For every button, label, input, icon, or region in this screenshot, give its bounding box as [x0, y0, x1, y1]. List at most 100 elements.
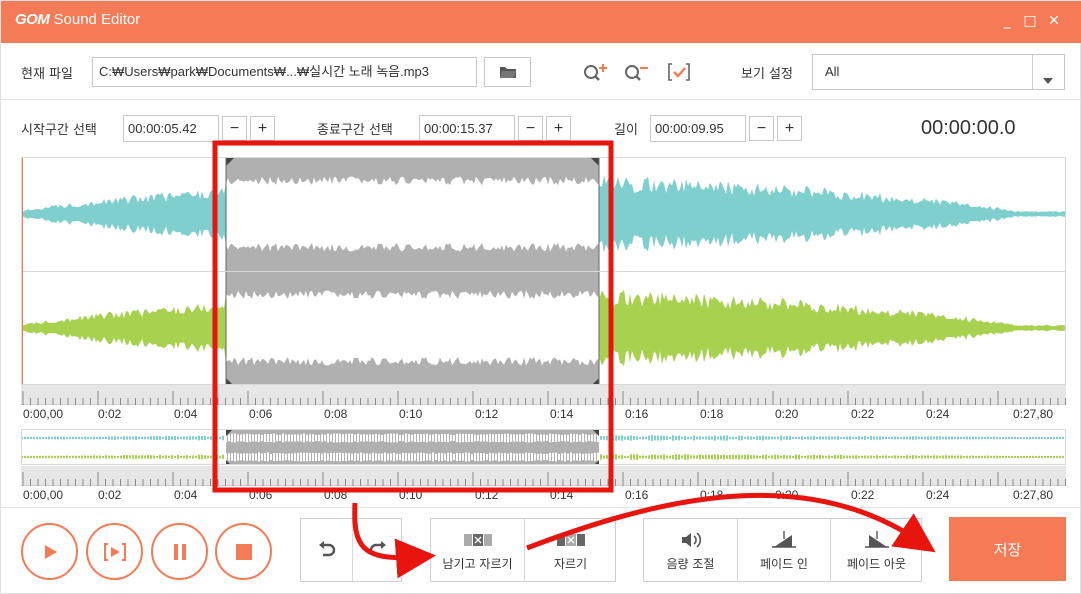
view-settings-label: 보기 설정: [741, 67, 793, 82]
timeline-tick-label: 0:14: [550, 407, 574, 421]
view-settings-select[interactable]: All: [812, 54, 1065, 90]
folder-icon: [499, 67, 516, 78]
play-button[interactable]: [21, 523, 78, 580]
timeline-tick-label: 0:06: [249, 407, 273, 421]
zoom-in-button[interactable]: [582, 59, 608, 85]
timeline-tick-label: 0:12: [475, 407, 499, 421]
start-time-field[interactable]: 00:00:05.42: [123, 115, 219, 142]
save-button[interactable]: 저장: [949, 517, 1066, 581]
keep-and-trim-label: 남기고 자르기: [442, 556, 513, 571]
trim-icon: [556, 529, 585, 551]
minimize-button[interactable]: _: [998, 13, 1016, 29]
timeline-tick-label: 0:20: [775, 488, 799, 502]
volume-adjust-button[interactable]: 음량 조절: [644, 519, 737, 581]
app-title: GOM Sound Editor: [15, 11, 141, 28]
timeline-tick-label: 0:22: [851, 488, 875, 502]
play-selection-button[interactable]: [86, 523, 143, 580]
volume-icon: [681, 531, 701, 548]
zoom-in-icon: [584, 64, 607, 81]
timeline-tick-label: 0:04: [174, 488, 198, 502]
timeline-tick-label: 0:10: [399, 488, 423, 502]
redo-icon: [369, 541, 386, 557]
timeline-tick-label: 0:06: [249, 488, 273, 502]
fade-in-button[interactable]: 페이드 인: [738, 519, 830, 581]
timeline-tick-label: 0:18: [700, 488, 724, 502]
waveform-view[interactable]: [21, 157, 1066, 385]
view-settings-value: All: [825, 64, 840, 79]
effects-group: 음량 조절 페이드 인 페이드 아웃: [643, 518, 922, 582]
current-file-label: 현재 파일: [21, 67, 73, 82]
length-minus-button[interactable]: −: [749, 116, 774, 141]
fade-in-icon: [772, 530, 796, 548]
fade-in-label: 페이드 인: [760, 556, 808, 571]
timeline-tick-label: 0:08: [324, 488, 348, 502]
timeline-tick-label: 0:16: [625, 488, 649, 502]
edit-group: 남기고 자르기 자르기: [430, 518, 616, 582]
start-plus-button[interactable]: +: [250, 116, 275, 141]
trim-button[interactable]: 자르기: [525, 519, 616, 581]
timeline-tick-label: 0:02: [98, 407, 122, 421]
undo-button[interactable]: [301, 519, 352, 581]
title-bar: GOM Sound Editor _ □ ✕: [1, 1, 1081, 43]
volume-adjust-label: 음량 조절: [666, 556, 715, 571]
timeline-tick-label: 0:12: [475, 488, 499, 502]
timeline-tick-label: 0:27,80: [1013, 488, 1054, 502]
trim-label: 자르기: [553, 556, 588, 571]
timeline-tick-label: 0:00,00: [23, 488, 64, 502]
history-group: [300, 518, 402, 582]
timeline-tick-label: 0:22: [851, 407, 875, 421]
zoom-out-button[interactable]: [623, 59, 649, 85]
maximize-button[interactable]: □: [1021, 13, 1039, 29]
timeline-tick-label: 0:20: [775, 407, 799, 421]
select-divider: [1032, 55, 1033, 89]
timeline-tick-label: 0:10: [399, 407, 423, 421]
playhead-cursor: [22, 158, 23, 384]
timeline-tick-label: 0:24: [926, 488, 950, 502]
overview-ruler[interactable]: [21, 466, 1066, 486]
fade-out-label: 페이드 아웃: [846, 556, 906, 571]
open-file-button[interactable]: [484, 57, 531, 87]
select-all-button[interactable]: [666, 59, 692, 85]
stop-icon: [235, 543, 252, 560]
overview-waveform[interactable]: [21, 429, 1066, 465]
end-time-field[interactable]: 00:00:15.37: [419, 115, 515, 142]
timeline-tick-label: 0:16: [625, 407, 649, 421]
pause-icon: [173, 543, 186, 560]
length-field[interactable]: 00:00:09.95: [650, 115, 746, 142]
timeline-tick-label: 0:18: [700, 407, 724, 421]
timeline-tick-label: 0:02: [98, 488, 122, 502]
chevron-down-icon[interactable]: [1043, 69, 1053, 88]
timeline-tick-label: 0:04: [174, 407, 198, 421]
timeline-tick-label: 0:14: [550, 488, 574, 502]
timeline-tick-label: 0:27,80: [1013, 407, 1054, 421]
length-plus-button[interactable]: +: [777, 116, 802, 141]
controls-divider: [1, 507, 1081, 508]
play-selection-icon: [103, 542, 126, 561]
current-time-display: 00:00:00.0: [921, 117, 1016, 139]
timeline-tick-label: 0:24: [926, 407, 950, 421]
timeline-tick-label: 0:00,00: [23, 407, 64, 421]
fade-out-icon: [864, 530, 889, 548]
toolbar-divider: [1, 99, 1081, 100]
pause-button[interactable]: [151, 523, 208, 580]
sound-editor-window: GOM Sound Editor _ □ ✕ 현재 파일 C:₩Users₩pa…: [0, 0, 1081, 594]
end-label: 종료구간 선택: [317, 123, 393, 138]
stop-button[interactable]: [215, 523, 272, 580]
timeline-tick-label: 0:08: [324, 407, 348, 421]
file-path-field[interactable]: C:₩Users₩park₩Documents₩...₩실시간 노래 녹음.mp…: [92, 57, 477, 87]
end-plus-button[interactable]: +: [546, 116, 571, 141]
play-icon: [44, 544, 57, 559]
start-minus-button[interactable]: −: [222, 116, 247, 141]
timeline-ruler[interactable]: [21, 385, 1066, 405]
keep-and-trim-button[interactable]: 남기고 자르기: [431, 519, 524, 581]
zoom-out-icon: [625, 65, 648, 81]
check-icon: [668, 63, 690, 81]
start-label: 시작구간 선택: [21, 123, 97, 138]
undo-icon: [318, 541, 335, 557]
end-minus-button[interactable]: −: [518, 116, 543, 141]
fade-out-button[interactable]: 페이드 아웃: [831, 519, 922, 581]
redo-button[interactable]: [353, 519, 402, 581]
close-button[interactable]: ✕: [1045, 13, 1063, 29]
channel-divider: [22, 271, 1065, 272]
length-label: 길이: [614, 123, 638, 138]
